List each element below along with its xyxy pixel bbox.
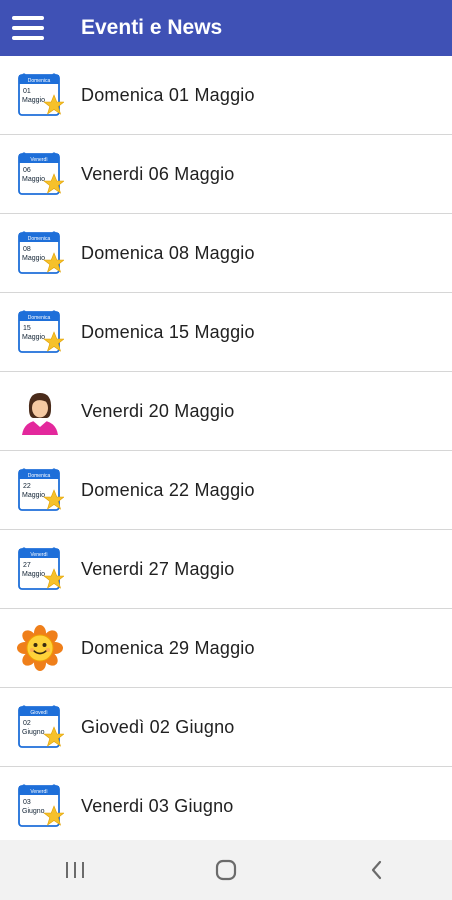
page-title: Eventi e News — [81, 16, 223, 39]
calendar-number-text: 01 — [23, 88, 31, 95]
calendar-number-text: 06 — [23, 167, 31, 174]
calendar-icon: Domenica 22 Maggio — [15, 465, 65, 515]
list-item-label: Venerdi 27 Maggio — [81, 558, 235, 579]
calendar-icon: Domenica 01 Maggio — [15, 70, 65, 120]
list-item[interactable]: Venerdì 06 Maggio Venerdi 06 Maggio — [0, 135, 452, 214]
calendar-number-text: 15 — [23, 325, 31, 332]
list-item-label: Domenica 08 Maggio — [81, 242, 255, 263]
list-item[interactable]: Giovedì 02 Giugno Giovedì 02 Giugno — [0, 688, 452, 767]
calendar-month-text: Maggio — [22, 492, 45, 499]
calendar-icon: Venerdì 06 Maggio — [15, 149, 65, 199]
list-item-label: Domenica 29 Maggio — [81, 637, 255, 658]
calendar-day-text: Venerdì — [30, 157, 48, 163]
calendar-icon: Venerdì 03 Giugno — [15, 781, 65, 831]
calendar-icon: Giovedì 02 Giugno — [15, 702, 65, 752]
list-item[interactable]: Domenica 22 Maggio Domenica 22 Maggio — [0, 451, 452, 530]
calendar-icon: Domenica 08 Maggio — [15, 228, 65, 278]
hamburger-menu-icon — [12, 16, 44, 40]
sun-flower-icon — [15, 623, 65, 673]
menu-button[interactable] — [0, 0, 56, 56]
calendar-day-text: Giovedì — [30, 710, 48, 716]
calendar-month-text: Maggio — [22, 176, 45, 183]
woman-avatar-icon — [15, 386, 65, 436]
list-item-label: Giovedì 02 Giugno — [81, 716, 235, 737]
calendar-month-text: Maggio — [22, 255, 45, 262]
calendar-icon: Venerdì 27 Maggio — [15, 544, 65, 594]
list-item[interactable]: Venerdi 20 Maggio — [0, 372, 452, 451]
calendar-number-text: 27 — [23, 562, 31, 569]
list-item-label: Domenica 15 Maggio — [81, 321, 255, 342]
list-item[interactable]: Venerdì 27 Maggio Venerdi 27 Maggio — [0, 530, 452, 609]
list-item[interactable]: Domenica 15 Maggio Domenica 15 Maggio — [0, 293, 452, 372]
list-item-label: Venerdi 03 Giugno — [81, 795, 234, 816]
calendar-day-text: Domenica — [28, 236, 51, 242]
back-button[interactable] — [347, 840, 407, 900]
calendar-day-text: Venerdì — [30, 552, 48, 558]
calendar-month-text: Maggio — [22, 571, 45, 578]
calendar-number-text: 03 — [23, 799, 31, 806]
calendar-day-text: Domenica — [28, 473, 51, 479]
back-icon — [371, 860, 381, 880]
events-list: Domenica 01 Maggio Domenica 01 Maggio Ve… — [0, 56, 452, 840]
recent-apps-button[interactable] — [45, 840, 105, 900]
calendar-day-text: Domenica — [28, 78, 51, 84]
recent-apps-icon — [66, 862, 85, 878]
calendar-number-text: 08 — [23, 246, 31, 253]
calendar-day-text: Domenica — [28, 315, 51, 321]
calendar-month-text: Maggio — [22, 334, 45, 341]
calendar-day-text: Venerdì — [30, 789, 48, 795]
home-icon — [215, 859, 237, 881]
list-item[interactable]: Venerdì 03 Giugno Venerdi 03 Giugno — [0, 767, 452, 840]
list-item[interactable]: Domenica 01 Maggio Domenica 01 Maggio — [0, 56, 452, 135]
app-bar: Eventi e News — [0, 0, 452, 56]
calendar-month-text: Giugno — [22, 808, 45, 815]
list-item-label: Venerdi 06 Maggio — [81, 163, 235, 184]
calendar-number-text: 22 — [23, 483, 31, 490]
calendar-month-text: Maggio — [22, 97, 45, 104]
calendar-icon: Domenica 15 Maggio — [15, 307, 65, 357]
list-item-label: Domenica 01 Maggio — [81, 84, 255, 105]
system-navigation-bar — [0, 840, 452, 900]
calendar-number-text: 02 — [23, 720, 31, 727]
calendar-month-text: Giugno — [22, 729, 45, 736]
list-item[interactable]: Domenica 08 Maggio Domenica 08 Maggio — [0, 214, 452, 293]
home-button[interactable] — [196, 840, 256, 900]
list-item[interactable]: Domenica 29 Maggio — [0, 609, 452, 688]
list-item-label: Domenica 22 Maggio — [81, 479, 255, 500]
list-item-label: Venerdi 20 Maggio — [81, 400, 235, 421]
